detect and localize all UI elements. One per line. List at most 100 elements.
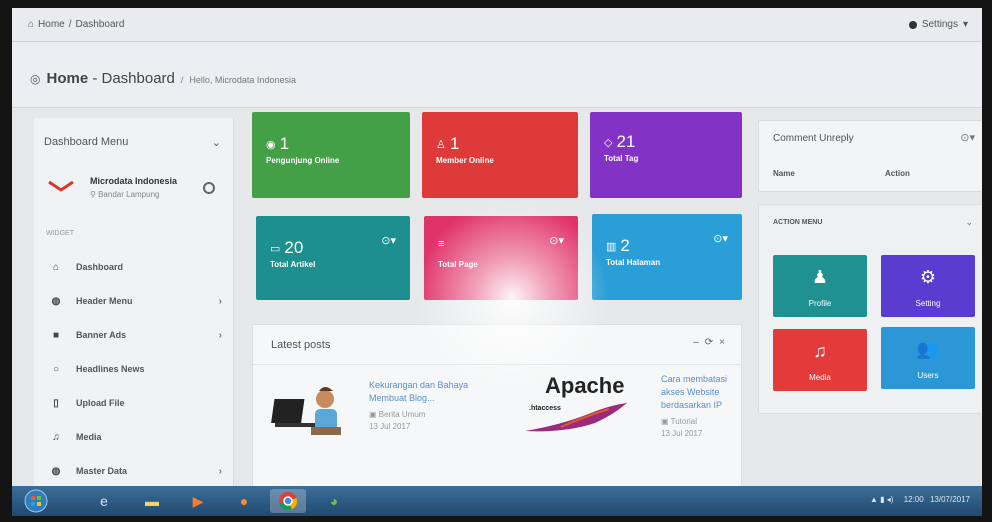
chrome-icon[interactable] xyxy=(270,489,306,513)
sidebar-item-banner-ads[interactable]: ■ Banner Ads › xyxy=(34,318,234,352)
globe-icon: ◍ xyxy=(51,465,61,477)
breadcrumb-home[interactable]: Home xyxy=(38,19,65,30)
sidebar-item-dashboard[interactable]: ⌂ Dashboard xyxy=(34,250,234,284)
sidebar-header[interactable]: Dashboard Menu ⌄ xyxy=(44,136,221,149)
user-icon: ♟ xyxy=(811,267,829,287)
comment-unreply-panel: Comment Unreply ⊙▾ Name Action xyxy=(758,120,982,192)
tile-options-icon[interactable]: ⊙▾ xyxy=(713,232,728,245)
chrome-logo-icon xyxy=(279,492,298,511)
article-icon: ▭ xyxy=(270,242,281,255)
home-icon[interactable]: ⌂ xyxy=(28,19,34,30)
start-button[interactable] xyxy=(18,489,54,513)
page-title-text: Home - Dashboard xyxy=(46,70,175,87)
brand-logo xyxy=(48,180,74,192)
tile-label: Pengunjung Online xyxy=(266,156,340,165)
system-tray: ▲ ▮ ◂) 12:00 13/07/2017 xyxy=(870,495,970,504)
panel-tools: – ⟳ × xyxy=(693,337,725,348)
panel-header: Latest posts – ⟳ × xyxy=(253,325,741,365)
action-media-button[interactable]: ♫ Media xyxy=(773,329,867,391)
post-thumbnail[interactable] xyxy=(271,381,351,441)
tile-value: ▭ 20 xyxy=(270,238,304,257)
tag-icon: ◇ xyxy=(604,136,613,149)
file-explorer-icon[interactable]: ▬ xyxy=(134,489,170,513)
breadcrumb-separator: / xyxy=(68,19,72,30)
internet-explorer-icon[interactable]: e xyxy=(86,489,122,513)
tile-options-icon[interactable]: ⊙▾ xyxy=(549,234,564,247)
settings-gear-icon xyxy=(908,20,917,29)
tile-member-online[interactable]: ♙ 1 Member Online xyxy=(422,112,578,198)
user-settings-icon[interactable] xyxy=(203,182,215,194)
col-name: Name xyxy=(773,169,795,178)
action-users-button[interactable]: 👥 Users xyxy=(881,327,975,389)
media-icon: ♫ xyxy=(52,431,60,443)
media-player-icon[interactable]: ▶ xyxy=(180,489,216,513)
page-subtitle: Hello, Microdata Indonesia xyxy=(189,75,296,85)
sidebar-item-media[interactable]: ♫ Media xyxy=(34,420,234,454)
location-pin-icon: ⚲ xyxy=(90,190,96,199)
clock-time[interactable]: 12:00 xyxy=(904,495,924,504)
tile-total-halaman[interactable]: ▥ 2 Total Halaman ⊙▾ xyxy=(592,214,742,300)
settings-label: Settings xyxy=(921,19,958,30)
sidebar-item-master-data[interactable]: ◍ Master Data › xyxy=(34,454,234,488)
sidebar-menu: ⌂ Dashboard ◍ Header Menu › ■ Banner Ads… xyxy=(34,250,234,488)
apache-word: Apache xyxy=(545,373,625,398)
post-category: Tutorial xyxy=(670,417,698,426)
tile-pengunjung-online[interactable]: ◉ 1 Pengunjung Online xyxy=(252,112,410,198)
firefox-icon[interactable]: ● xyxy=(226,489,262,513)
network-app-icon[interactable]: ◕ xyxy=(316,489,352,513)
tile-value: ▥ 2 xyxy=(606,236,630,255)
tile-total-page[interactable]: ≡ Total Page ⊙▾ xyxy=(424,216,578,300)
media-icon: ♫ xyxy=(813,341,827,361)
tile-label: Total Tag xyxy=(604,154,639,163)
post-category: Berita Umum xyxy=(378,410,426,419)
post-meta: ▣ Tutorial 13 Jul 2017 xyxy=(661,416,731,440)
tile-value: ◇ 21 xyxy=(604,132,636,151)
settings-dropdown[interactable]: Settings ▾ xyxy=(908,19,968,30)
sidebar-item-upload-file[interactable]: ▯ Upload File xyxy=(34,386,234,420)
chevron-down-icon[interactable]: ⌄ xyxy=(212,136,221,149)
tile-label: Total Page xyxy=(438,260,478,269)
page-title: ◎ Home - Dashboard / Hello, Microdata In… xyxy=(30,70,296,87)
tile-options-icon[interactable]: ⊙▾ xyxy=(381,234,396,247)
post-item: Cara membatasi akses Website berdasarkan… xyxy=(661,373,731,440)
user-icon: ♙ xyxy=(436,138,446,151)
panel-title: Latest posts xyxy=(271,339,331,351)
home-icon: ⌂ xyxy=(52,261,60,273)
clock-date[interactable]: 13/07/2017 xyxy=(930,495,970,504)
tile-total-tag[interactable]: ◇ 21 Total Tag xyxy=(590,112,742,198)
post-title-link[interactable]: Cara membatasi akses Website berdasarkan… xyxy=(661,373,731,412)
chevron-down-icon[interactable]: ⌄ xyxy=(965,217,973,228)
monitor-screen: ⌂ Home / Dashboard Settings ▾ ◎ Home - D… xyxy=(12,8,982,516)
tray-icons[interactable]: ▲ ▮ ◂) xyxy=(870,495,893,504)
eye-icon: ◉ xyxy=(266,138,276,151)
minimize-icon[interactable]: – xyxy=(693,337,699,348)
post-thumbnail-apache[interactable]: Apache .htaccess xyxy=(515,373,635,453)
tile-total-artikel[interactable]: ▭ 20 Total Artikel ⊙▾ xyxy=(256,216,410,300)
user-location: ⚲ Bandar Lampung xyxy=(90,190,160,199)
gear-icon: ⚙ xyxy=(919,267,937,287)
users-icon: 👥 xyxy=(916,339,940,359)
sidebar-item-header-menu[interactable]: ◍ Header Menu › xyxy=(34,284,234,318)
chevron-right-icon: › xyxy=(218,295,222,307)
breadcrumb: ⌂ Home / Dashboard xyxy=(28,19,124,30)
user-name: Microdata Indonesia xyxy=(90,176,178,186)
category-icon: ▣ xyxy=(369,410,377,419)
gear-icon[interactable]: ⊙▾ xyxy=(960,131,975,144)
dashboard-icon: ◎ xyxy=(30,72,41,86)
sidebar-item-headlines-news[interactable]: ○ Headlines News xyxy=(34,352,234,386)
close-icon[interactable]: × xyxy=(719,337,725,348)
action-setting-button[interactable]: ⚙ Setting xyxy=(881,255,975,317)
title-separator: / xyxy=(180,75,184,85)
action-profile-button[interactable]: ♟ Profile xyxy=(773,255,867,317)
post-title-link[interactable]: Kekurangan dan Bahaya Membuat Blog... xyxy=(369,379,493,405)
pages-icon: ▥ xyxy=(606,240,617,253)
refresh-icon[interactable]: ⟳ xyxy=(705,337,713,348)
action-menu-panel: ACTION MENU ⌄ ♟ Profile ⚙ Setting ♫ Medi… xyxy=(758,204,982,414)
tile-value: ♙ 1 xyxy=(436,134,460,153)
page-header: ◎ Home - Dashboard / Hello, Microdata In… xyxy=(12,42,982,108)
tile-value: ◉ 1 xyxy=(266,134,290,153)
breadcrumb-current: Dashboard xyxy=(75,19,125,30)
category-icon: ▣ xyxy=(661,417,669,426)
windows-taskbar: e ▬ ▶ ● ◕ ▲ ▮ ◂) 12:00 13/07/2017 xyxy=(12,486,982,516)
post-date: 13 Jul 2017 xyxy=(369,422,411,431)
